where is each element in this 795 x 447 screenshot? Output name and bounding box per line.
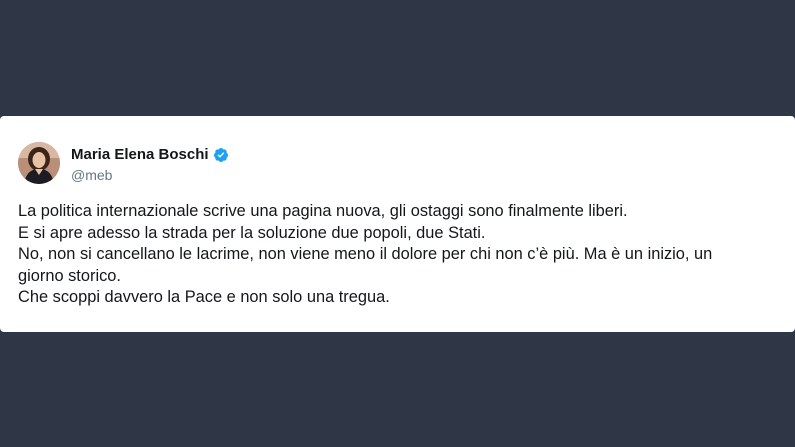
tweet-header: Maria Elena Boschi @meb bbox=[18, 142, 229, 184]
tweet-text: La politica internazionale scrive una pa… bbox=[18, 201, 755, 309]
tweet-line: Che scoppi davvero la Pace e non solo un… bbox=[18, 288, 390, 306]
tweet-line: E si apre adesso la strada per la soluzi… bbox=[18, 223, 486, 242]
avatar[interactable] bbox=[18, 142, 60, 184]
author-block: Maria Elena Boschi @meb bbox=[71, 146, 229, 184]
tweet-line: La politica internazionale scrive una pa… bbox=[18, 202, 628, 220]
profile-photo-icon bbox=[18, 142, 60, 184]
author-name[interactable]: Maria Elena Boschi bbox=[71, 146, 209, 164]
verified-badge-icon bbox=[213, 147, 229, 163]
author-handle[interactable]: @meb bbox=[71, 166, 229, 184]
tweet-line: giorno storico. bbox=[18, 266, 121, 285]
tweet-card: Maria Elena Boschi @meb La politica inte… bbox=[0, 116, 795, 332]
name-row: Maria Elena Boschi bbox=[71, 146, 229, 164]
tweet-line: No, non si cancellano le lacrime, non vi… bbox=[18, 245, 713, 263]
